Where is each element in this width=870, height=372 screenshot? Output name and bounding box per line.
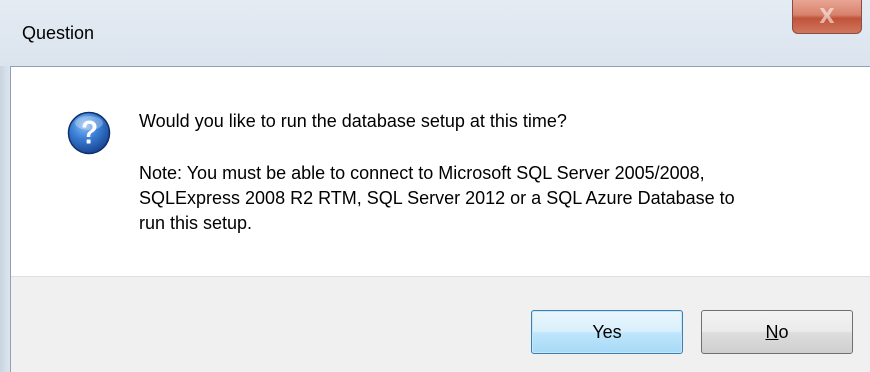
close-button[interactable]: X <box>792 0 862 34</box>
note-line: run this setup. <box>139 213 253 233</box>
close-icon: X <box>819 4 835 28</box>
yes-button-label: Yes <box>592 322 622 342</box>
no-button-label: o <box>778 322 789 342</box>
message-area: Would you like to run the database setup… <box>11 67 870 276</box>
question-icon <box>67 111 111 155</box>
title-bar[interactable]: Question X <box>0 0 870 66</box>
no-button[interactable]: No <box>701 310 853 354</box>
window-title: Question <box>22 23 95 43</box>
note-line: Note: You must be able to connect to Mic… <box>139 163 705 183</box>
question-text: Would you like to run the database setup… <box>139 111 567 131</box>
dialog-client-area: Would you like to run the database setup… <box>10 66 870 372</box>
question-dialog: Question X Would you like to run the dat… <box>0 0 870 372</box>
yes-button[interactable]: Yes <box>531 310 683 354</box>
note-text: Note: You must be able to connect to Mic… <box>139 161 839 236</box>
note-line: SQLExpress 2008 R2 RTM, SQL Server 2012 … <box>139 188 735 208</box>
button-bar: Yes No <box>11 276 870 372</box>
no-button-mnemonic: N <box>765 322 779 342</box>
